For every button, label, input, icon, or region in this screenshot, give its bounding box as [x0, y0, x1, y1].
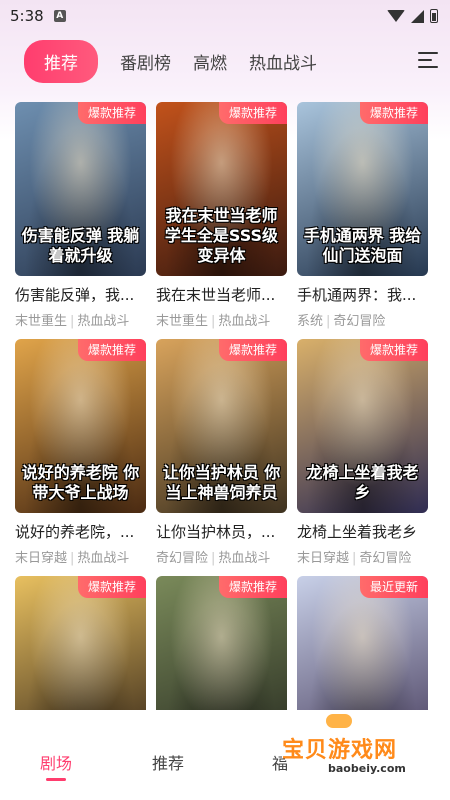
tag-primary: 末日穿越: [297, 551, 350, 566]
hot-badge: 爆款推荐: [77, 576, 146, 598]
tab-hot-blood-battle[interactable]: 热血战斗: [249, 49, 317, 74]
cover-title-text: 说好的养老院 你带大爷上战场: [21, 463, 140, 502]
menu-icon[interactable]: [418, 52, 438, 68]
drama-card[interactable]: 让你当护林员 你当上神兽饲养员 爆款推荐让你当护林员，... 奇幻冒险 | 热血战斗: [156, 339, 287, 576]
tag-separator: |: [352, 551, 357, 566]
drama-cover[interactable]: 手机通两界 我给仙门送泡面 爆款推荐: [297, 102, 428, 276]
hot-badge: 爆款推荐: [77, 102, 146, 124]
drama-tags: 末日穿越 | 热血战斗: [15, 547, 146, 566]
drama-tags: 末日穿越 | 奇幻冒险: [297, 547, 428, 566]
drama-title[interactable]: 说好的养老院，...: [15, 521, 146, 542]
gamepad-icon: [324, 712, 354, 730]
drama-card[interactable]: 说好的养老院 你带大爷上战场 爆款推荐说好的养老院，... 末日穿越 | 热血战斗: [15, 339, 146, 576]
tag-separator: |: [211, 551, 216, 566]
tag-primary: 奇幻冒险: [156, 551, 209, 566]
drama-title[interactable]: 手机通两界：我...: [297, 284, 428, 305]
status-icons: [387, 9, 438, 23]
status-time: 5:38: [10, 7, 44, 25]
drama-tags: 奇幻冒险 | 热血战斗: [156, 547, 287, 566]
tag-primary: 末世重生: [15, 314, 68, 329]
drama-cover[interactable]: 伤害能反弹 我躺着就升级 爆款推荐: [15, 102, 146, 276]
watermark-text: 宝贝游戏网: [282, 738, 398, 763]
tag-secondary: 热血战斗: [218, 314, 271, 329]
tag-separator: |: [326, 314, 331, 329]
tag-primary: 系统: [297, 314, 324, 329]
tag-secondary: 奇幻冒险: [333, 314, 386, 329]
notification-icon: A: [53, 10, 66, 22]
signal-icon: [411, 9, 424, 23]
hot-badge: 爆款推荐: [218, 102, 287, 124]
active-indicator: [46, 778, 66, 781]
drama-card[interactable]: 手机通两界 我给仙门送泡面 爆款推荐手机通两界：我... 系统 | 奇幻冒险: [297, 102, 428, 339]
tag-secondary: 热血战斗: [77, 314, 130, 329]
cover-title-text: 手机通两界 我给仙门送泡面: [303, 226, 422, 265]
tag-separator: |: [70, 551, 75, 566]
drama-title[interactable]: 龙椅上坐着我老乡: [297, 521, 428, 542]
drama-tags: 系统 | 奇幻冒险: [297, 310, 428, 329]
drama-cover[interactable]: 说好的养老院 你带大爷上战场 爆款推荐: [15, 339, 146, 513]
battery-icon: [430, 9, 438, 23]
tag-secondary: 热血战斗: [218, 551, 271, 566]
drama-cover[interactable]: 我在末世当老师 学生全是SSS级变异体 爆款推荐: [156, 102, 287, 276]
hot-badge: 爆款推荐: [218, 339, 287, 361]
hot-badge: 爆款推荐: [77, 339, 146, 361]
tab-recommend[interactable]: 推荐: [24, 39, 98, 83]
tag-separator: |: [70, 314, 75, 329]
tab-high-energy[interactable]: 高燃: [193, 49, 227, 74]
cover-title-text: 我在末世当老师 学生全是SSS级变异体: [164, 206, 279, 265]
drama-cover[interactable]: 让你当护林员 你当上神兽饲养员 爆款推荐: [156, 339, 287, 513]
cover-title-text: 让你当护林员 你当上神兽饲养员: [162, 463, 281, 502]
hot-badge: 爆款推荐: [359, 102, 428, 124]
tag-separator: |: [211, 314, 216, 329]
wifi-icon: [387, 10, 405, 22]
watermark-url: baobeiy.com: [328, 762, 406, 775]
watermark-logo: 宝贝游戏网 baobeiy.com: [282, 712, 442, 782]
nav-theater[interactable]: 剧场: [0, 750, 112, 781]
drama-card[interactable]: 我在末世当老师 学生全是SSS级变异体 爆款推荐我在末世当老师... 末世重生 | 热血…: [156, 102, 287, 339]
drama-tags: 末世重生 | 热血战斗: [156, 310, 287, 329]
tag-secondary: 热血战斗: [77, 551, 130, 566]
nav-recommend-label: 推荐: [151, 754, 184, 773]
status-bar: 5:38 A: [0, 0, 450, 32]
tag-secondary: 奇幻冒险: [359, 551, 412, 566]
drama-card[interactable]: 龙椅上坐着我老乡 爆款推荐 龙椅上坐着我老乡 末日穿越 | 奇幻冒险: [297, 339, 428, 576]
hot-badge: 爆款推荐: [218, 576, 287, 598]
hot-badge: 最近更新: [359, 576, 428, 598]
drama-card[interactable]: 伤害能反弹 我躺着就升级 爆款推荐伤害能反弹，我... 末世重生 | 热血战斗: [15, 102, 146, 339]
hot-badge: 爆款推荐: [359, 339, 428, 361]
category-tabs: 推荐 番剧榜 高燃 热血战斗: [0, 32, 450, 90]
tag-primary: 末世重生: [156, 314, 209, 329]
drama-title[interactable]: 让你当护林员，...: [156, 521, 287, 542]
nav-recommend[interactable]: 推荐: [112, 750, 224, 774]
drama-title[interactable]: 我在末世当老师...: [156, 284, 287, 305]
cover-title-text: 龙椅上坐着我老乡: [306, 463, 419, 502]
tag-primary: 末日穿越: [15, 551, 68, 566]
tab-anime-ranking[interactable]: 番剧榜: [120, 49, 171, 74]
nav-theater-label: 剧场: [39, 754, 72, 773]
drama-title[interactable]: 伤害能反弹，我...: [15, 284, 146, 305]
drama-cover[interactable]: 龙椅上坐着我老乡 爆款推荐: [297, 339, 428, 513]
drama-grid: 伤害能反弹 我躺着就升级 爆款推荐 伤害能反弹，我... 末世重生 | 热血战斗 我在末世当…: [15, 102, 435, 800]
drama-tags: 末世重生 | 热血战斗: [15, 310, 146, 329]
cover-title-text: 伤害能反弹 我躺着就升级: [21, 226, 140, 265]
